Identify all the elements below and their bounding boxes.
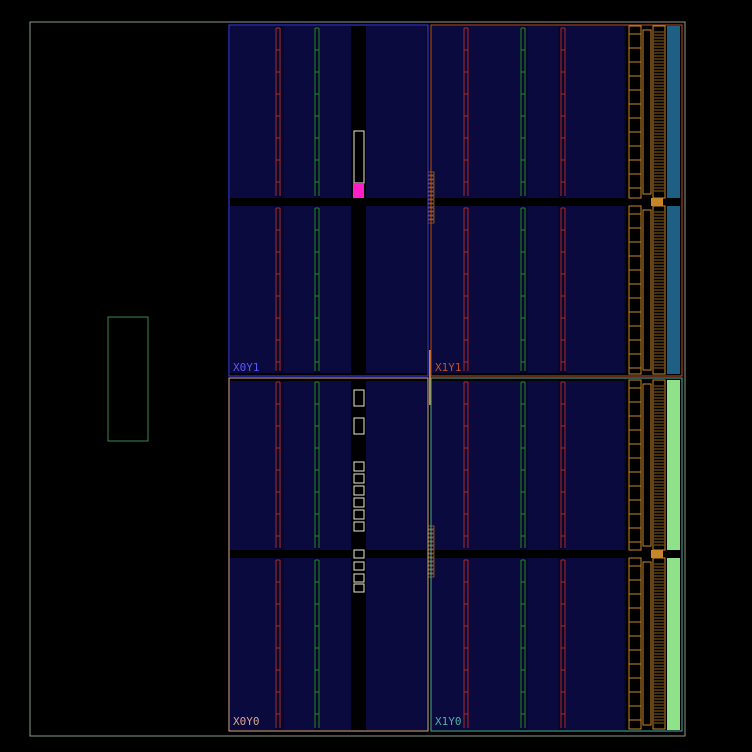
region-label-x0y1: X0Y1 xyxy=(233,361,260,374)
device-view[interactable] xyxy=(0,0,752,752)
gt-quad-bottom xyxy=(667,380,680,550)
clock-buffer xyxy=(651,550,663,558)
gt-quad-bottom xyxy=(667,558,680,730)
region-label-x0y0: X0Y0 xyxy=(233,715,260,728)
placed-cell-selected xyxy=(353,183,364,198)
gt-quad-top xyxy=(667,206,680,374)
region-label-x1y0: X1Y0 xyxy=(435,715,462,728)
clock-buffer xyxy=(651,198,663,206)
gt-quad-top xyxy=(667,26,680,198)
vertical-spine xyxy=(351,26,366,378)
region-label-x1y1: X1Y1 xyxy=(435,361,462,374)
